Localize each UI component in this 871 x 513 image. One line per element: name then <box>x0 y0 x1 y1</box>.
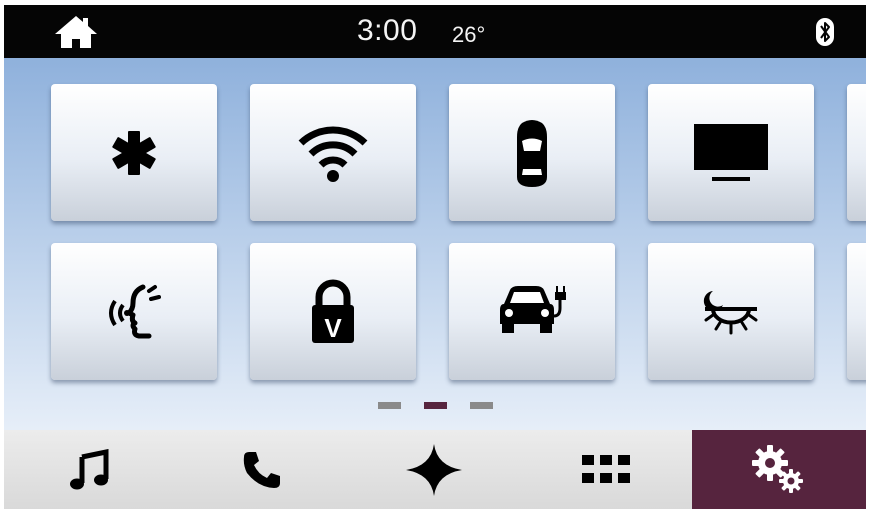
settings-gears-icon <box>752 444 803 493</box>
tile-emergency[interactable] <box>51 84 217 221</box>
nav-apps[interactable] <box>520 430 692 509</box>
nav-phone[interactable] <box>176 430 348 509</box>
tile-wifi[interactable] <box>250 84 416 221</box>
bottom-nav-bar <box>4 430 866 509</box>
page-dot-1[interactable] <box>378 402 401 409</box>
voice-command-icon <box>109 284 161 338</box>
nav-navigation[interactable] <box>348 430 520 509</box>
tile-partial-next[interactable] <box>847 84 866 221</box>
tile-display[interactable] <box>648 84 814 221</box>
tile-valet[interactable]: V <box>250 243 416 380</box>
tile-ev-charging[interactable] <box>449 243 615 380</box>
navigation-star-icon <box>406 443 462 496</box>
ambient-light-icon <box>703 290 758 334</box>
page-indicator <box>378 402 494 410</box>
music-note-icon <box>70 448 109 489</box>
home-button[interactable] <box>51 13 101 51</box>
infotainment-screen: 3:00 26° V <box>4 5 866 509</box>
asterisk-icon <box>112 130 156 175</box>
clock-time: 3:00 <box>357 14 418 47</box>
outside-temperature: 26° <box>452 22 486 47</box>
bluetooth-icon <box>816 18 834 46</box>
apps-grid-icon <box>582 454 630 483</box>
status-bar: 3:00 26° <box>4 5 866 58</box>
electric-car-charging-icon <box>500 285 566 333</box>
tile-ambient-light[interactable] <box>648 243 814 380</box>
page-dot-3[interactable] <box>470 402 493 409</box>
valet-lock-icon: V <box>312 279 354 343</box>
page-dot-2-active[interactable] <box>424 402 447 409</box>
car-top-view-icon <box>517 119 547 187</box>
app-grid-area: V <box>4 58 866 430</box>
svg-text:V: V <box>324 313 342 343</box>
bluetooth-status[interactable] <box>812 17 838 47</box>
wifi-icon <box>298 126 368 182</box>
tile-partial-next-2[interactable] <box>847 243 866 380</box>
tile-voice[interactable] <box>51 243 217 380</box>
nav-media[interactable] <box>4 430 176 509</box>
nav-settings[interactable] <box>692 430 866 509</box>
display-icon <box>694 123 768 181</box>
tile-vehicle[interactable] <box>449 84 615 221</box>
phone-icon <box>243 451 280 488</box>
home-icon <box>55 16 97 48</box>
